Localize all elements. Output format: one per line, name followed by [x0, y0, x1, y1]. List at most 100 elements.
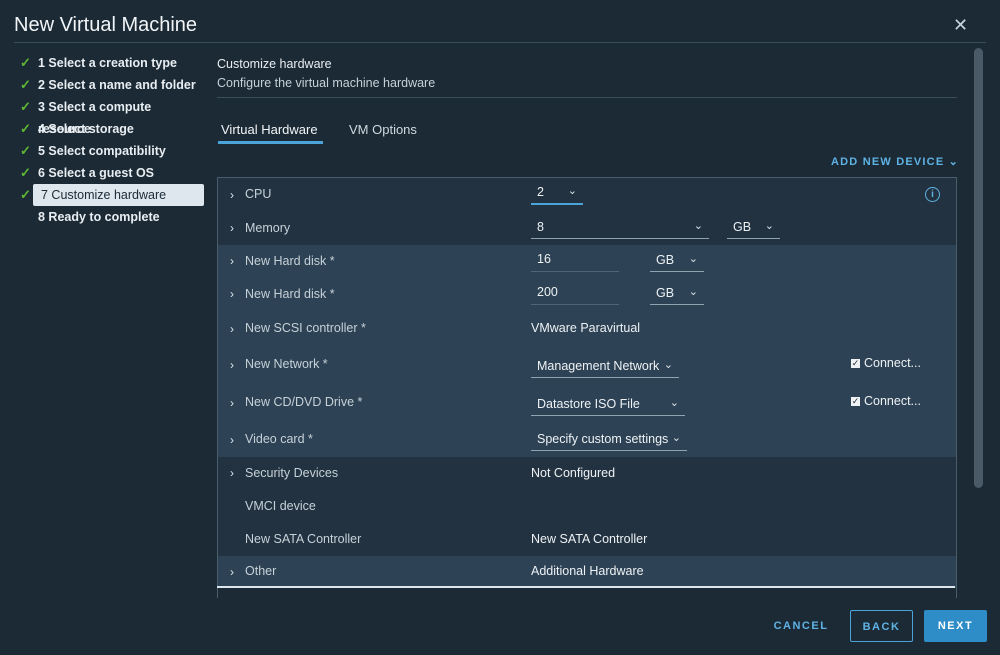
- cd-dvd-drive-select[interactable]: Datastore ISO File ⌄: [531, 397, 685, 416]
- step-7[interactable]: ✓ 7 Customize hardware: [16, 184, 204, 206]
- network-connect-checkbox[interactable]: ✓ Connect...: [851, 356, 921, 370]
- chevron-down-icon: ⌄: [567, 185, 577, 197]
- chevron-down-icon: ⌄: [669, 397, 679, 409]
- add-new-device-button[interactable]: ADD NEW DEVICE ⌄: [831, 155, 959, 168]
- close-icon[interactable]: ✕: [953, 16, 968, 34]
- hard-disk-2-unit: GB: [656, 286, 675, 300]
- chevron-right-icon[interactable]: ›: [230, 466, 234, 480]
- section-subtitle: Configure the virtual machine hardware: [217, 76, 436, 90]
- hard-disk-1-unit-select[interactable]: GB ⌄: [650, 253, 704, 272]
- memory-select[interactable]: 8 ⌄: [531, 220, 709, 239]
- hard-disk-2-size-input[interactable]: 200: [531, 285, 619, 305]
- section-divider: [217, 97, 957, 98]
- scrollbar-thumb[interactable]: [974, 48, 983, 488]
- step-label: 2 Select a name and folder: [38, 78, 196, 92]
- check-icon: ✓: [20, 165, 31, 180]
- step-label: 6 Select a guest OS: [38, 166, 155, 180]
- check-icon: ✓: [20, 77, 31, 92]
- video-card-value: Specify custom settings: [537, 432, 669, 446]
- table-bottom-edge: [217, 586, 955, 588]
- window-title: New Virtual Machine: [14, 14, 198, 36]
- memory-value: 8: [537, 220, 544, 234]
- hard-disk-1-size-input[interactable]: 16: [531, 252, 619, 272]
- chevron-down-icon: ⌄: [693, 220, 703, 232]
- check-icon: ✓: [20, 187, 31, 202]
- step-1[interactable]: ✓ 1 Select a creation type: [16, 52, 202, 74]
- cd-dvd-connect-label: Connect...: [864, 394, 921, 408]
- memory-unit: GB: [733, 220, 752, 234]
- checkbox-checked-icon: ✓: [851, 358, 860, 368]
- hard-disk-1-size: 16: [537, 252, 551, 266]
- check-icon: ✓: [20, 55, 31, 70]
- chevron-right-icon[interactable]: ›: [230, 358, 234, 372]
- hardware-row-video-card: › Video card * Specify custom settings ⌄: [218, 423, 956, 458]
- step-3[interactable]: ✓ 3 Select a compute resource: [16, 96, 202, 136]
- info-icon[interactable]: i: [925, 187, 940, 202]
- scsi-controller-label: New SCSI controller *: [245, 321, 366, 335]
- cd-dvd-connect-checkbox[interactable]: ✓ Connect...: [851, 394, 921, 408]
- step-5[interactable]: ✓ 5 Select compatibility: [16, 140, 202, 162]
- step-label: 8 Ready to complete: [38, 210, 160, 224]
- other-label: Other: [245, 564, 277, 578]
- step-label: 5 Select compatibility: [38, 144, 166, 158]
- chevron-down-icon: ⌄: [944, 156, 960, 168]
- chevron-right-icon[interactable]: ›: [230, 188, 234, 202]
- security-devices-value: Not Configured: [531, 466, 616, 480]
- chevron-right-icon[interactable]: ›: [230, 565, 234, 579]
- video-card-label: Video card *: [245, 432, 313, 446]
- chevron-right-icon[interactable]: ›: [230, 322, 234, 336]
- security-devices-label: Security Devices: [245, 466, 339, 480]
- step-6[interactable]: ✓ 6 Select a guest OS: [16, 162, 202, 184]
- tab-virtual-hardware[interactable]: Virtual Hardware: [221, 122, 318, 137]
- step-label: 4 Select storage: [38, 122, 134, 136]
- chevron-right-icon[interactable]: ›: [230, 254, 234, 268]
- chevron-down-icon: ⌄: [663, 359, 673, 371]
- hardware-row-cpu: › CPU 2 ⌄ i: [218, 178, 956, 213]
- cancel-button[interactable]: CANCEL: [765, 610, 837, 642]
- hard-disk-1-unit: GB: [656, 253, 675, 267]
- scsi-controller-value: VMware Paravirtual: [531, 321, 641, 335]
- cd-dvd-drive-value: Datastore ISO File: [537, 397, 640, 411]
- chevron-down-icon: ⌄: [688, 286, 698, 298]
- step-label: 7 Customize hardware: [41, 188, 167, 202]
- hardware-row-scsi-controller: › New SCSI controller * VMware Paravirtu…: [218, 311, 956, 349]
- hardware-row-hard-disk-1: › New Hard disk * 16 GB ⌄: [218, 245, 956, 279]
- check-icon: ✓: [20, 143, 31, 158]
- other-value: Additional Hardware: [531, 564, 644, 578]
- chevron-right-icon[interactable]: ›: [230, 433, 234, 447]
- tab-vm-options[interactable]: VM Options: [349, 122, 417, 137]
- hardware-table: › CPU 2 ⌄ i › Memory 8 ⌄ GB ⌄ › New Hard…: [217, 177, 957, 598]
- video-card-select[interactable]: Specify custom settings ⌄: [531, 432, 687, 451]
- network-select[interactable]: Management Network ⌄: [531, 359, 679, 378]
- cd-dvd-drive-label: New CD/DVD Drive *: [245, 395, 363, 409]
- hard-disk-1-label: New Hard disk *: [245, 254, 335, 268]
- chevron-right-icon[interactable]: ›: [230, 396, 234, 410]
- cpu-select[interactable]: 2 ⌄: [531, 185, 583, 205]
- hard-disk-2-unit-select[interactable]: GB ⌄: [650, 286, 704, 305]
- hardware-row-hard-disk-2: › New Hard disk * 200 GB ⌄: [218, 278, 956, 312]
- sata-controller-value: New SATA Controller: [531, 532, 648, 546]
- back-button[interactable]: BACK: [850, 610, 913, 642]
- memory-label: Memory: [245, 221, 291, 235]
- chevron-down-icon: ⌄: [688, 253, 698, 265]
- network-label: New Network *: [245, 357, 328, 371]
- check-icon: ✓: [20, 99, 31, 114]
- hardware-row-security-devices: › Security Devices Not Configured: [218, 457, 956, 491]
- step-4[interactable]: ✓ 4 Select storage: [16, 118, 202, 140]
- sata-controller-label: New SATA Controller: [245, 532, 362, 546]
- step-label: 1 Select a creation type: [38, 56, 177, 70]
- next-button[interactable]: NEXT: [924, 610, 987, 642]
- step-8[interactable]: 8 Ready to complete: [16, 206, 202, 228]
- hardware-row-sata-controller: New SATA Controller New SATA Controller: [218, 523, 956, 557]
- chevron-down-icon: ⌄: [764, 220, 774, 232]
- hardware-row-cd-dvd-drive: › New CD/DVD Drive * Datastore ISO File …: [218, 386, 956, 424]
- hardware-row-network: › New Network * Management Network ⌄ ✓ Co…: [218, 348, 956, 387]
- memory-unit-select[interactable]: GB ⌄: [727, 220, 780, 239]
- cpu-label: CPU: [245, 187, 272, 201]
- chevron-right-icon[interactable]: ›: [230, 287, 234, 301]
- chevron-right-icon[interactable]: ›: [230, 221, 234, 235]
- hard-disk-2-label: New Hard disk *: [245, 287, 335, 301]
- step-2[interactable]: ✓ 2 Select a name and folder: [16, 74, 202, 96]
- hardware-row-vmci-device: VMCI device: [218, 490, 956, 524]
- title-divider: [14, 42, 986, 43]
